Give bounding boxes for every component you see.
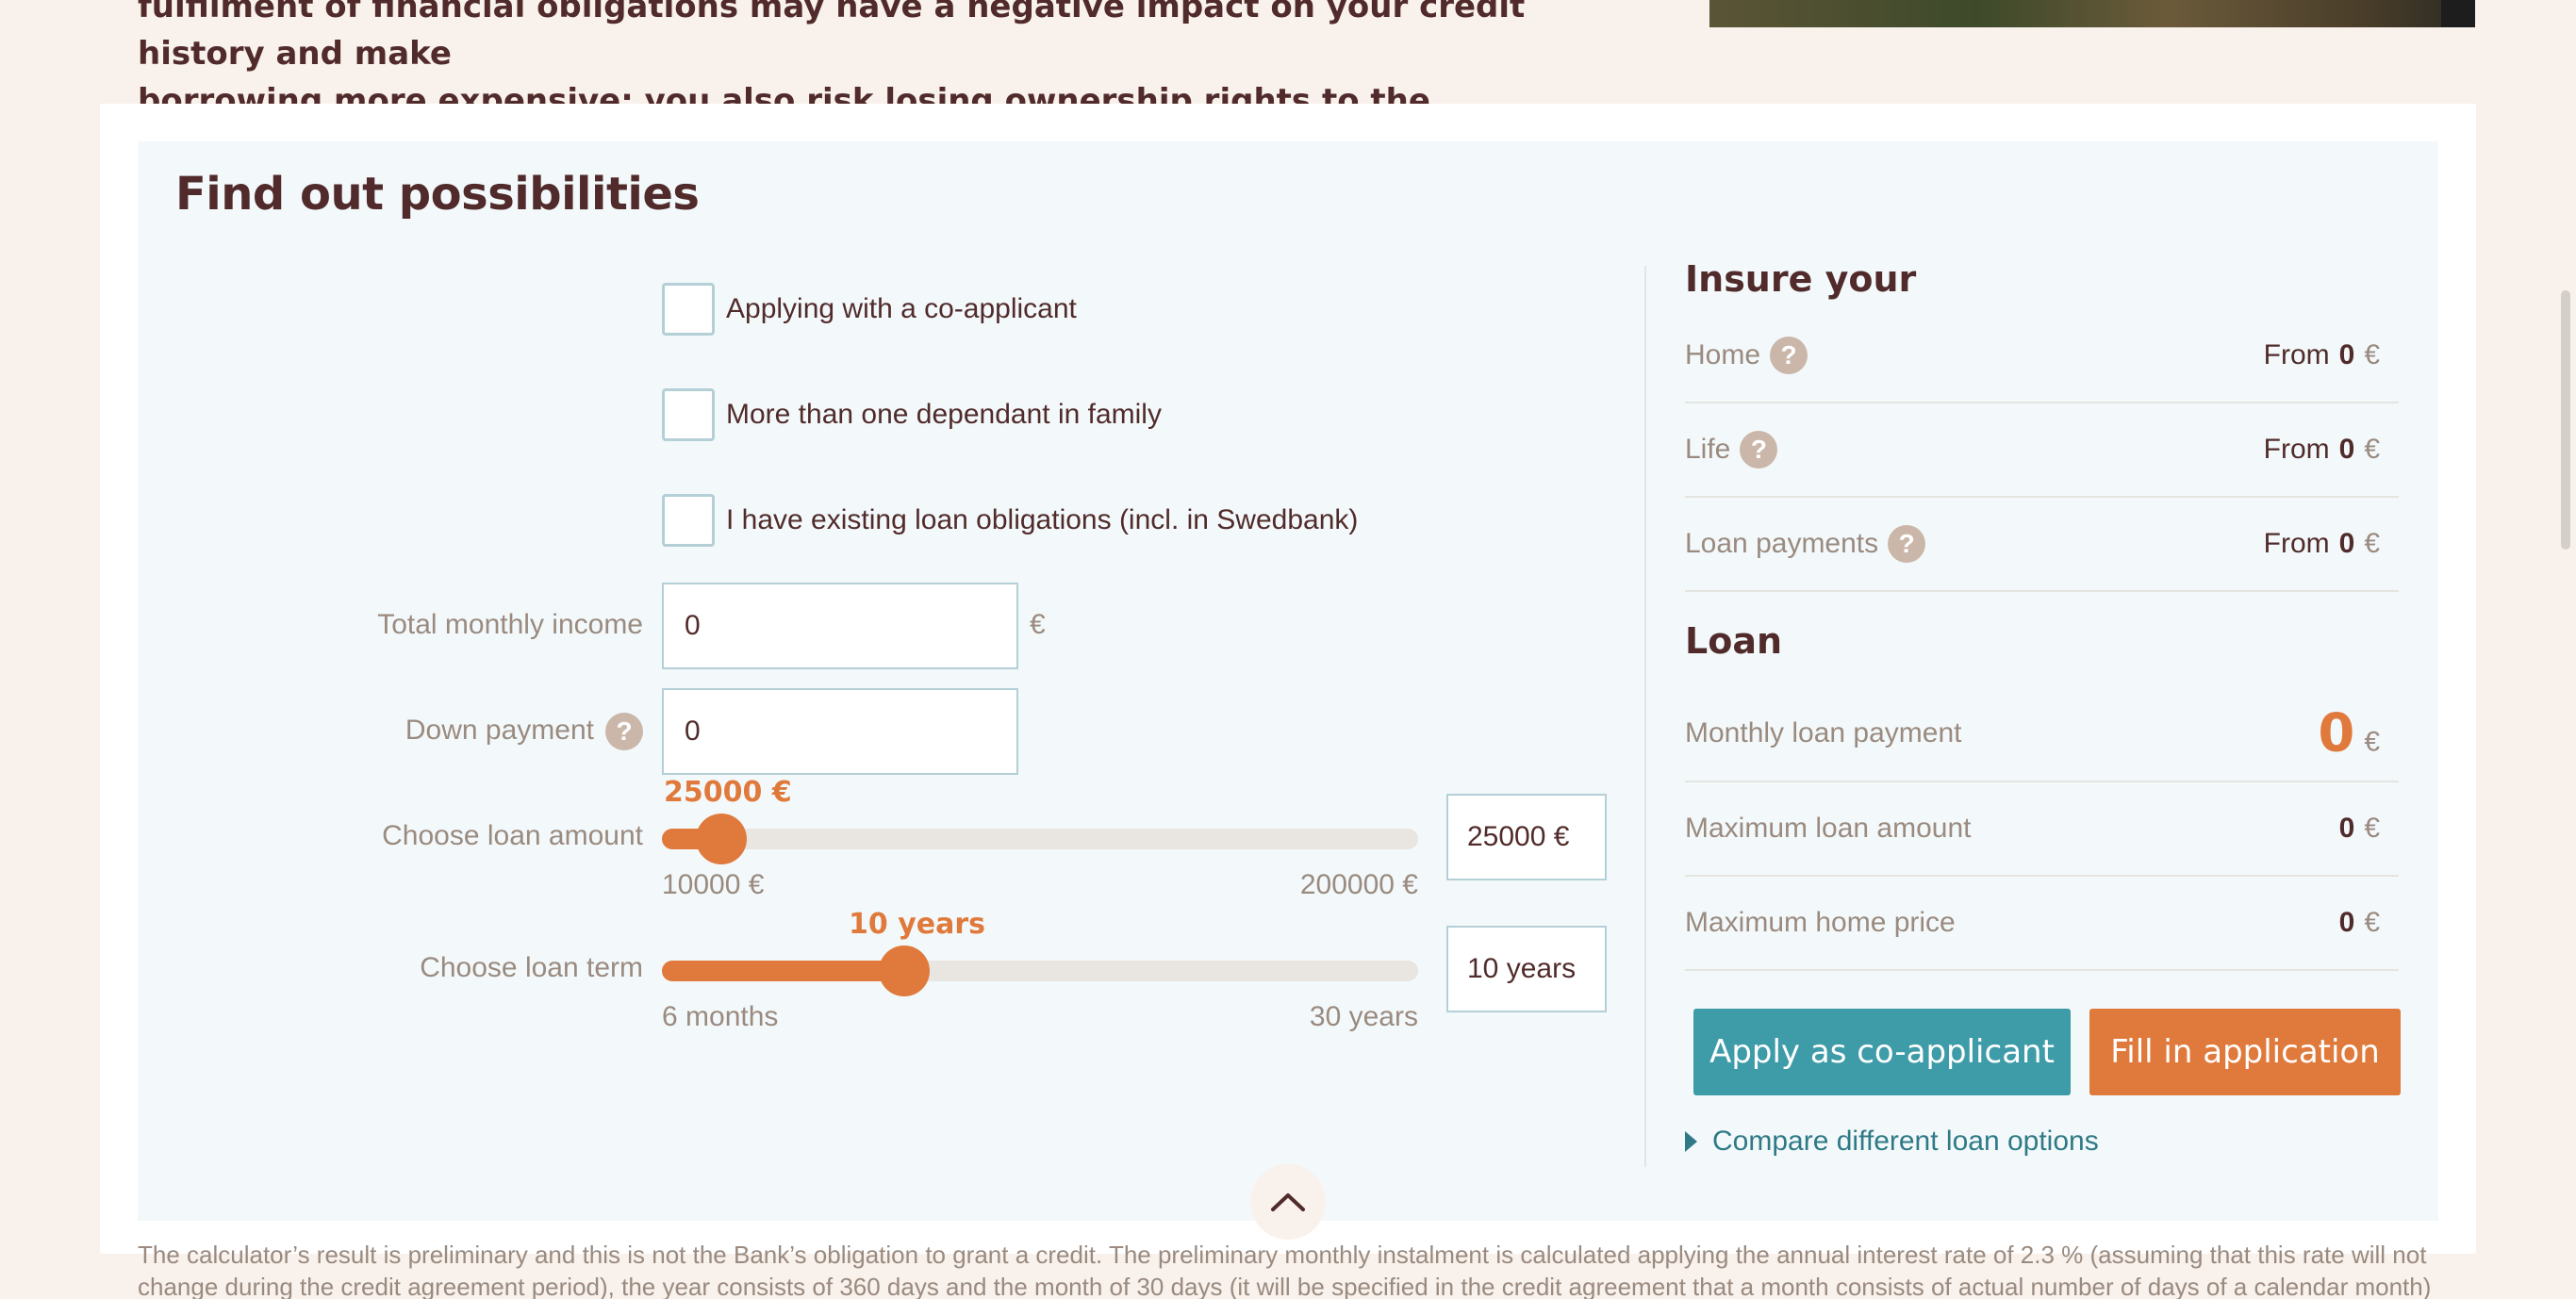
existing-loans-label: I have existing loan obligations (incl. … [726, 504, 1359, 535]
loan-amount-label: Choose loan amount [382, 820, 643, 851]
loan-amount-box[interactable]: 25000 € [1446, 794, 1607, 880]
max-price-label: Maximum home price [1685, 907, 1956, 938]
loan-amount-current: 25000 € [664, 776, 792, 809]
down-payment-help-icon[interactable]: ? [605, 713, 643, 750]
loan-term-label: Choose loan term [420, 952, 643, 983]
insure-loan-payments-prefix: From [2263, 528, 2330, 559]
insure-heading: Insure your [1685, 258, 1917, 300]
column-divider [1644, 266, 1646, 1167]
loan-term-max: 30 years [1309, 1001, 1418, 1032]
max-loan-row: Maximum loan amount 0 € [1685, 782, 2399, 877]
max-price-value: 0 [2338, 907, 2355, 938]
insure-loan-payments-value: 0 [2338, 528, 2355, 559]
insure-loan-payments-currency: € [2364, 528, 2380, 559]
loan-term-min: 6 months [662, 1001, 779, 1032]
income-unit: € [1030, 609, 1046, 640]
dependants-checkbox[interactable] [662, 388, 715, 441]
fill-application-button[interactable]: Fill in application [2089, 1009, 2401, 1095]
max-loan-value: 0 [2338, 813, 2355, 844]
insure-loan-payments-label: Loan payments [1685, 528, 1879, 559]
max-loan-label: Maximum loan amount [1685, 813, 1972, 844]
page-scrollbar[interactable] [2561, 290, 2570, 550]
co-applicant-option[interactable]: Applying with a co-applicant [662, 283, 1077, 336]
loan-term-fill [662, 961, 904, 981]
insure-home-label: Home [1685, 339, 1761, 370]
insure-life-currency: € [2364, 434, 2380, 465]
loan-amount-min: 10000 € [662, 869, 765, 900]
monthly-payment-value: 0 [2318, 702, 2355, 765]
intro-line-1: fulfilment of financial obligations may … [138, 0, 1526, 73]
disclaimer-text: The calculator’s result is preliminary a… [138, 1241, 2432, 1299]
insure-life-help-icon[interactable]: ? [1740, 431, 1778, 469]
monthly-payment-label: Monthly loan payment [1685, 717, 1962, 748]
loan-amount-thumb[interactable] [696, 814, 748, 864]
insure-row-life: Life? From 0 € [1685, 403, 2399, 498]
loan-amount-slider[interactable] [662, 814, 1418, 864]
co-applicant-checkbox[interactable] [662, 283, 715, 336]
loan-term-current: 10 years [849, 908, 985, 941]
insure-life-value: 0 [2338, 434, 2355, 465]
calculator-title: Find out possibilities [175, 168, 700, 221]
insure-home-value: 0 [2338, 339, 2355, 370]
existing-loans-checkbox[interactable] [662, 494, 715, 547]
insure-row-home: Home? From 0 € [1685, 309, 2399, 403]
insure-home-prefix: From [2263, 339, 2330, 370]
loan-term-slider[interactable] [662, 945, 1418, 996]
max-loan-currency: € [2364, 813, 2380, 844]
existing-loans-option[interactable]: I have existing loan obligations (incl. … [662, 494, 1358, 547]
loan-amount-max: 200000 € [1299, 869, 1418, 900]
insure-life-label: Life [1685, 434, 1731, 465]
insure-life-prefix: From [2263, 434, 2330, 465]
loan-term-thumb[interactable] [878, 945, 930, 996]
down-payment-input[interactable] [662, 688, 1018, 775]
income-label: Total monthly income [377, 609, 643, 640]
chevron-up-icon [1271, 1193, 1305, 1211]
dependants-option[interactable]: More than one dependant in family [662, 388, 1162, 441]
insure-row-loan-payments: Loan payments? From 0 € [1685, 498, 2399, 592]
monthly-payment-currency: € [2364, 726, 2380, 758]
monthly-payment-row: Monthly loan payment 0 € [1685, 686, 2399, 782]
max-price-currency: € [2364, 907, 2380, 938]
max-price-row: Maximum home price 0 € [1685, 877, 2399, 971]
loan-heading: Loan [1685, 620, 1783, 662]
insure-home-help-icon[interactable]: ? [1770, 337, 1808, 374]
apply-co-applicant-button[interactable]: Apply as co-applicant [1693, 1009, 2071, 1095]
compare-loan-options-link[interactable]: Compare different loan options [1685, 1126, 2099, 1158]
income-input[interactable] [662, 583, 1018, 669]
caret-right-icon [1685, 1131, 1697, 1152]
intro-photo [1709, 0, 2475, 27]
dependants-label: More than one dependant in family [726, 399, 1162, 430]
co-applicant-label: Applying with a co-applicant [726, 293, 1077, 324]
insure-loan-payments-help-icon[interactable]: ? [1888, 525, 1926, 563]
collapse-button[interactable] [1250, 1164, 1326, 1240]
insure-home-currency: € [2364, 339, 2380, 370]
loan-term-box[interactable]: 10 years [1446, 926, 1607, 1012]
compare-loan-options-label: Compare different loan options [1712, 1126, 2099, 1157]
down-payment-label: Down payment [405, 715, 594, 746]
